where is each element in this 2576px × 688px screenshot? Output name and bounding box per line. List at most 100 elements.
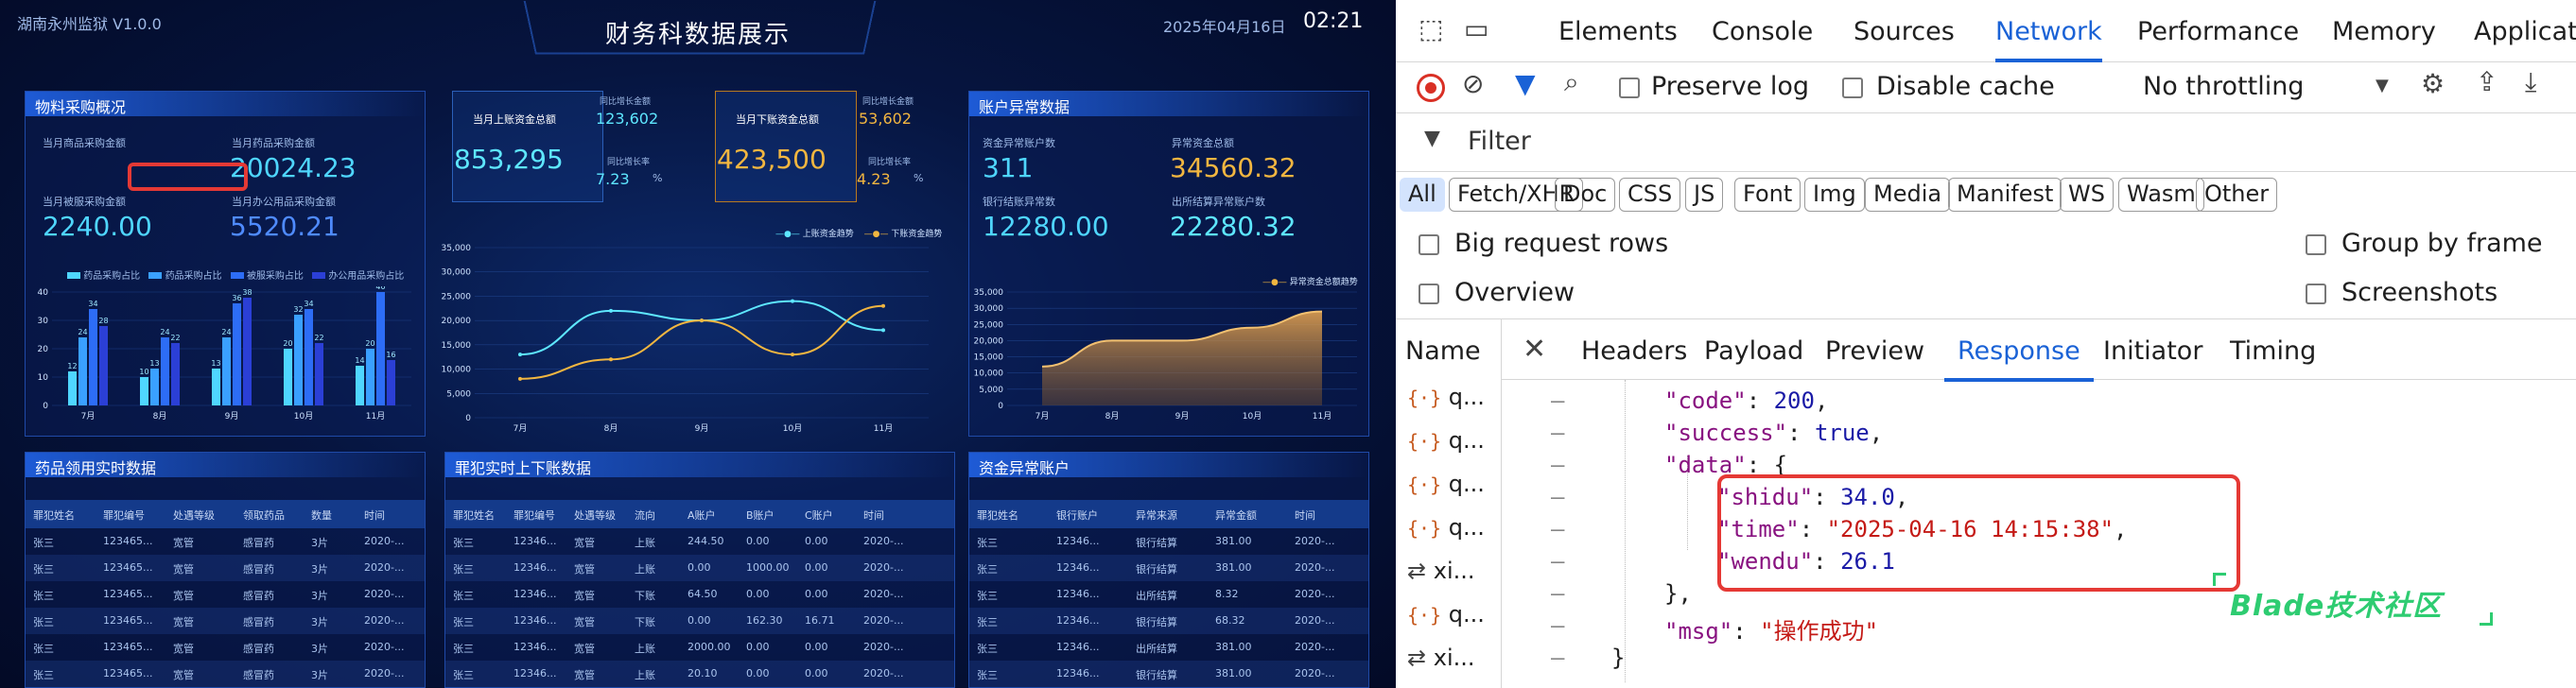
- tab-application[interactable]: Applicat: [2474, 17, 2576, 46]
- table-row: 张三 123465... 宽管 感冒药 3片 2020-...: [26, 528, 425, 555]
- screenshots-checkbox[interactable]: [2306, 284, 2326, 304]
- table-cell: 出所结算: [1136, 590, 1177, 602]
- table-cell: 感冒药: [243, 537, 274, 549]
- kpi-label: 异常资金总额: [1172, 137, 1234, 149]
- chip-js[interactable]: JS: [1685, 178, 1724, 212]
- x-tick-label: 7月: [81, 411, 96, 421]
- request-item[interactable]: {·} q...: [1407, 471, 1485, 497]
- bar-legend: 药品采购占比 药品采购占比 被服采购占比 办公用品采购占比: [67, 267, 426, 282]
- json-line-close: },: [1664, 580, 1692, 607]
- request-item[interactable]: {·} q...: [1407, 514, 1485, 541]
- column-header: 时间: [863, 509, 884, 522]
- tab-response[interactable]: Response: [1944, 336, 2094, 382]
- bar-value-label: 24: [78, 328, 87, 336]
- chip-ws[interactable]: WS: [2060, 178, 2114, 212]
- table-cell: 宽管: [173, 616, 194, 628]
- bar-value-label: 34: [304, 300, 313, 308]
- chip-font[interactable]: Font: [1734, 178, 1801, 212]
- chip-img[interactable]: Img: [1804, 178, 1865, 212]
- table-cell: 12346...: [513, 641, 557, 653]
- tab-preview[interactable]: Preview: [1825, 336, 1924, 366]
- y-tick-label: 10,000: [974, 370, 1004, 379]
- chip-wasm[interactable]: Wasm: [2118, 178, 2204, 212]
- table-cell: 2020-...: [364, 535, 405, 547]
- json-line-msg: "msg": "操作成功": [1664, 618, 1879, 645]
- chip-manifest[interactable]: Manifest: [1948, 178, 2063, 212]
- json-line-end: }: [1611, 645, 1626, 671]
- table-row: 张三 12346... 出所结算 8.32 2020-...: [969, 581, 1368, 608]
- y-tick-label: 25,000: [974, 320, 1004, 330]
- download-icon[interactable]: ⤓: [2525, 66, 2536, 98]
- column-header: 流向: [635, 509, 655, 522]
- panel-title: 物料采购概况: [26, 92, 425, 116]
- table-cell: 2020-...: [1295, 535, 1335, 547]
- bar-value-label: 10: [139, 368, 148, 376]
- chip-other[interactable]: Other: [2196, 178, 2278, 212]
- filter-bar[interactable]: ▼ Filter: [1396, 113, 2576, 172]
- x-tick-label: 11月: [1313, 411, 1332, 421]
- chip-all[interactable]: All: [1400, 178, 1445, 212]
- request-item[interactable]: ⇄ xi...: [1407, 645, 1475, 671]
- search-icon[interactable]: ⌕: [1564, 66, 1579, 98]
- filter-icon[interactable]: ▼: [1515, 68, 1536, 99]
- close-icon[interactable]: ✕: [1523, 333, 1546, 366]
- funnel-icon: ▼: [1424, 127, 1440, 150]
- bar: [243, 298, 252, 405]
- bar: [305, 309, 313, 405]
- table-cell: 3片: [311, 669, 328, 681]
- network-options: Big request rows Overview Group by frame…: [1396, 217, 2576, 319]
- kpi-value: 853,295: [454, 144, 564, 175]
- table-cell: 0.00: [688, 614, 711, 627]
- tab-payload[interactable]: Payload: [1704, 336, 1803, 366]
- upload-icon[interactable]: ⇪: [2476, 66, 2498, 97]
- network-conditions-icon[interactable]: ⚙: [2421, 68, 2445, 99]
- name-column-header[interactable]: Name: [1405, 336, 1481, 366]
- request-name: q...: [1448, 514, 1485, 541]
- inspect-element-icon[interactable]: ⬚: [1419, 13, 1443, 44]
- tab-initiator[interactable]: Initiator: [2103, 336, 2202, 366]
- table-cell: 张三: [977, 616, 998, 628]
- y-tick-label: 15,000: [974, 353, 1004, 363]
- request-item[interactable]: {·} q...: [1407, 601, 1485, 628]
- throttling-select[interactable]: No throttling: [2143, 72, 2304, 101]
- request-item[interactable]: {·} q...: [1407, 384, 1485, 410]
- preserve-log-checkbox[interactable]: [1619, 77, 1640, 98]
- table-row: 张三 12346... 宽管 上账 244.50 0.00 0.00 2020-...: [445, 528, 954, 555]
- tab-network[interactable]: Network: [1995, 17, 2102, 62]
- table-row: 张三 12346... 宽管 上账 20.10 0.00 0.00 2020-...: [445, 661, 954, 687]
- tab-timing[interactable]: Timing: [2230, 336, 2316, 366]
- clear-icon[interactable]: ⊘: [1462, 68, 1484, 99]
- y-tick-label: 20,000: [442, 317, 472, 326]
- tab-elements[interactable]: Elements: [1558, 17, 1678, 46]
- disable-cache-checkbox[interactable]: [1842, 77, 1863, 98]
- big-request-rows-checkbox[interactable]: [1419, 234, 1439, 255]
- pct-label: %: [914, 172, 924, 184]
- tab-performance[interactable]: Performance: [2137, 17, 2299, 46]
- record-icon[interactable]: [1417, 74, 1445, 102]
- chip-css[interactable]: CSS: [1619, 178, 1681, 212]
- tab-memory[interactable]: Memory: [2332, 17, 2436, 46]
- overview-checkbox[interactable]: [1419, 284, 1439, 304]
- table-cell: 0.00: [746, 588, 770, 600]
- bar: [366, 349, 374, 405]
- table-cell: 0.00: [805, 667, 828, 679]
- device-toolbar-icon[interactable]: ▭: [1464, 13, 1488, 44]
- bar: [171, 343, 180, 405]
- table-cell: 上账: [635, 563, 655, 576]
- request-item[interactable]: ⇄ xi...: [1407, 558, 1475, 584]
- filter-input[interactable]: Filter: [1468, 127, 1531, 156]
- chip-doc[interactable]: Doc: [1555, 178, 1616, 212]
- chip-media[interactable]: Media: [1865, 178, 1951, 212]
- group-by-frame-checkbox[interactable]: [2306, 234, 2326, 255]
- kpi-label: 资金异常账户数: [983, 137, 1055, 149]
- table-cell: 0.00: [805, 588, 828, 600]
- chevron-down-icon[interactable]: ▼: [2376, 76, 2389, 95]
- kpi-value: 423,500: [717, 144, 827, 175]
- x-tick-label: 9月: [695, 423, 709, 434]
- table-row: 张三 12346... 宽管 下账 0.00 162.30 16.71 2020-...: [445, 608, 954, 634]
- tab-sources[interactable]: Sources: [1854, 17, 1955, 46]
- request-item[interactable]: {·} q...: [1407, 427, 1485, 454]
- tab-headers[interactable]: Headers: [1581, 336, 1687, 366]
- tab-console[interactable]: Console: [1712, 17, 1813, 46]
- bar: [212, 369, 220, 405]
